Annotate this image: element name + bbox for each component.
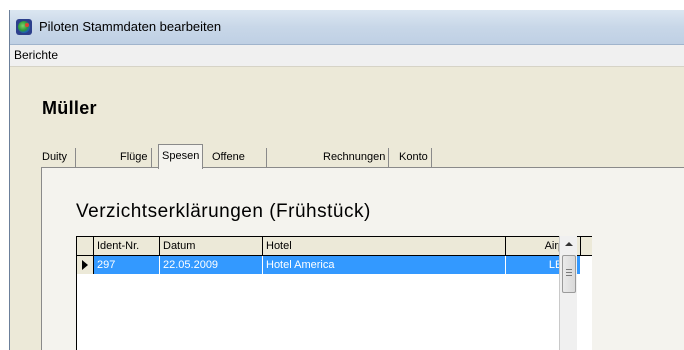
section-title: Verzichtserklärungen (Frühstück) — [76, 201, 371, 222]
cell-datum[interactable]: 22.05.2009 — [160, 256, 263, 274]
column-header-hotel[interactable]: Hotel — [263, 237, 506, 255]
current-row-arrow-icon[interactable] — [77, 256, 94, 274]
cell-ident[interactable]: 297 — [94, 256, 160, 274]
header-row-selector — [77, 237, 94, 255]
tab-spesen[interactable]: Spesen — [158, 144, 204, 169]
scroll-up-arrow-icon[interactable] — [560, 236, 577, 253]
column-header-ident[interactable]: Ident-Nr. — [94, 237, 160, 255]
title-bar[interactable]: Piloten Stammdaten bearbeiten — [10, 10, 684, 45]
tab-duity-times[interactable]: Duity Times — [39, 148, 76, 182]
globe-icon[interactable] — [16, 19, 32, 35]
column-header-datum[interactable]: Datum — [160, 237, 263, 255]
spesen-panel: Verzichtserklärungen (Frühstück) Ident-N… — [41, 167, 684, 350]
menu-bar: Berichte — [10, 45, 684, 67]
tab-konto[interactable]: Konto — [396, 148, 432, 167]
cell-hotel[interactable]: Hotel America — [263, 256, 506, 274]
person-name-heading: Müller — [42, 98, 97, 118]
window-title: Piloten Stammdaten bearbeiten — [39, 19, 222, 34]
table-row[interactable]: 297 22.05.2009 Hotel America LEVX — [77, 256, 592, 274]
application-window: Piloten Stammdaten bearbeiten Berichte M… — [9, 10, 684, 350]
grid-header: Ident-Nr. Datum Hotel Airport — [77, 237, 592, 256]
data-grid[interactable]: Ident-Nr. Datum Hotel Airport 297 22.05.… — [76, 236, 592, 350]
menu-berichte[interactable]: Berichte — [14, 48, 58, 62]
tab-fluege[interactable]: Flüge — [117, 148, 152, 167]
scrollbar-thumb[interactable] — [562, 255, 576, 293]
tab-offene-positionen[interactable]: Offene Positionen — [209, 148, 268, 182]
vertical-scrollbar[interactable] — [559, 236, 577, 350]
tab-rechnungen[interactable]: Rechnungen — [320, 148, 390, 167]
